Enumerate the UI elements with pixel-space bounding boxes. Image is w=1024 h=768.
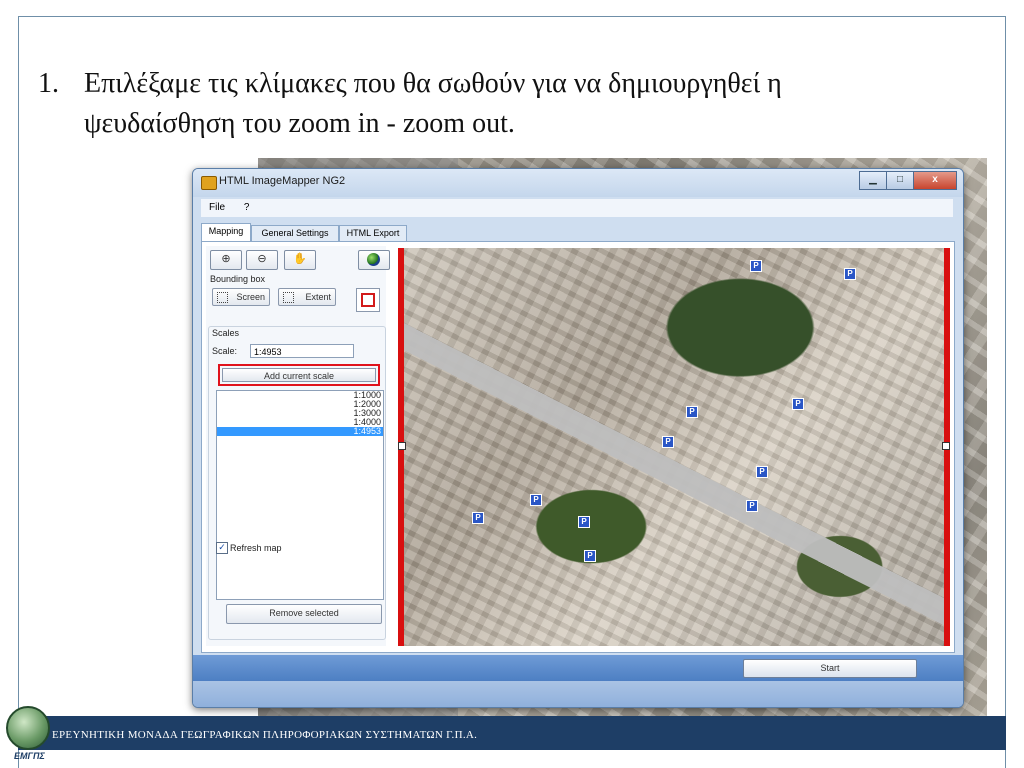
footer-text: ΕΡΕΥΝΗΤΙΚΗ ΜΟΝΑΔΑ ΓΕΩΓΡΑΦΙΚΩΝ ΠΛΗΡΟΦΟΡΙΑ… xyxy=(52,729,478,741)
app-window: HTML ImageMapper NG2 ▁ □ x File ? Mappin… xyxy=(192,168,964,708)
parking-marker: P xyxy=(584,550,596,562)
draw-box-button[interactable] xyxy=(356,288,380,312)
resize-handle[interactable] xyxy=(398,442,406,450)
start-button[interactable]: Start xyxy=(743,659,917,678)
refresh-map-checkbox[interactable]: ✓ xyxy=(216,542,228,554)
remove-selected-button[interactable]: Remove selected xyxy=(226,604,382,624)
bullet-text-line1: Επιλέξαμε τις κλίμακες που θα σωθούν για… xyxy=(84,68,782,99)
red-square-icon xyxy=(361,293,375,307)
menu-bar: File ? xyxy=(201,199,953,217)
screen-button[interactable]: Screen xyxy=(212,288,270,306)
bullet-text-line2: ψευδαίσθηση του zoom in - zoom out. xyxy=(84,108,515,139)
extent-button[interactable]: Extent xyxy=(278,288,336,306)
title-bar[interactable]: HTML ImageMapper NG2 ▁ □ x xyxy=(193,169,963,197)
zoom-out-button[interactable]: ⊖ xyxy=(246,250,278,270)
scale-input[interactable]: 1:4953 xyxy=(250,344,354,358)
scales-group-label: Scales xyxy=(212,328,240,338)
app-icon xyxy=(201,176,217,190)
organization-logo xyxy=(6,706,50,750)
tab-html-export[interactable]: HTML Export xyxy=(339,225,407,242)
extent-button-label: Extent xyxy=(305,292,331,302)
extent-icon xyxy=(283,292,294,303)
tab-strip: Mapping General Settings HTML Export xyxy=(201,223,953,242)
mapping-panel: ⊕ ⊖ ✋ Bounding box Screen Extent Scales … xyxy=(201,241,955,653)
parking-marker: P xyxy=(844,268,856,280)
globe-button[interactable] xyxy=(358,250,390,270)
tab-general-settings[interactable]: General Settings xyxy=(251,225,339,242)
parking-marker: P xyxy=(746,500,758,512)
parking-marker: P xyxy=(530,494,542,506)
menu-file[interactable]: File xyxy=(201,199,233,213)
parking-marker: P xyxy=(472,512,484,524)
parking-marker: P xyxy=(792,398,804,410)
refresh-map-label: Refresh map xyxy=(230,543,282,553)
tab-mapping[interactable]: Mapping xyxy=(201,223,251,242)
logo-text: ΕΜΓΠΣ xyxy=(14,751,45,761)
scales-list[interactable]: 1:1000 1:2000 1:3000 1:4000 1:4953 xyxy=(216,390,384,600)
minimize-button[interactable]: ▁ xyxy=(859,171,887,190)
scale-list-item-selected[interactable]: 1:4953 xyxy=(217,427,383,436)
bullet-number: 1. xyxy=(38,68,59,99)
action-bar: Start xyxy=(193,655,963,681)
scale-label: Scale: xyxy=(212,346,238,356)
globe-icon xyxy=(367,253,380,266)
window-title: HTML ImageMapper NG2 xyxy=(219,175,346,187)
extent-icon xyxy=(217,292,228,303)
window-status-strip xyxy=(193,681,963,707)
bounding-box-label: Bounding box xyxy=(210,274,266,284)
parking-marker: P xyxy=(756,466,768,478)
maximize-button[interactable]: □ xyxy=(886,171,914,190)
parking-marker: P xyxy=(686,406,698,418)
close-button[interactable]: x xyxy=(913,171,957,190)
map-view[interactable]: P P P P P P P P P P P xyxy=(398,248,950,646)
zoom-in-button[interactable]: ⊕ xyxy=(210,250,242,270)
add-current-scale-button[interactable]: Add current scale xyxy=(222,368,376,382)
resize-handle[interactable] xyxy=(942,442,950,450)
menu-help[interactable]: ? xyxy=(236,199,258,213)
pan-button[interactable]: ✋ xyxy=(284,250,316,270)
parking-marker: P xyxy=(662,436,674,448)
parking-marker: P xyxy=(750,260,762,272)
parking-marker: P xyxy=(578,516,590,528)
add-current-scale-highlight: Add current scale xyxy=(218,364,380,386)
left-panel: ⊕ ⊖ ✋ Bounding box Screen Extent Scales … xyxy=(206,246,390,646)
screen-button-label: Screen xyxy=(236,292,265,302)
